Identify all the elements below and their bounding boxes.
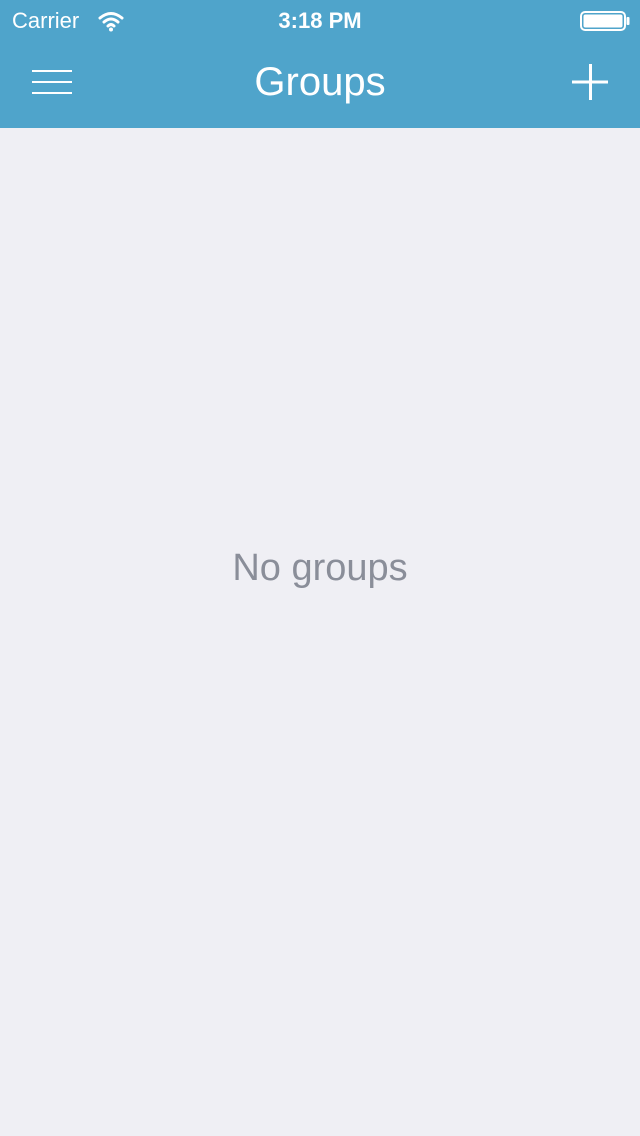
add-group-button[interactable] — [560, 52, 620, 112]
hamburger-menu-icon — [32, 70, 72, 94]
page-title: Groups — [254, 60, 386, 104]
empty-state-message: No groups — [232, 547, 408, 589]
navigation-bar: Groups — [0, 40, 640, 128]
battery-icon — [580, 11, 630, 31]
menu-button[interactable] — [20, 58, 84, 106]
status-time: 3:18 PM — [278, 8, 362, 33]
app-header: Carrier 3:18 PM Groups — [0, 0, 640, 128]
groups-content: No groups — [0, 128, 640, 1136]
status-bar: Carrier 3:18 PM — [0, 0, 640, 40]
plus-icon — [572, 64, 608, 100]
